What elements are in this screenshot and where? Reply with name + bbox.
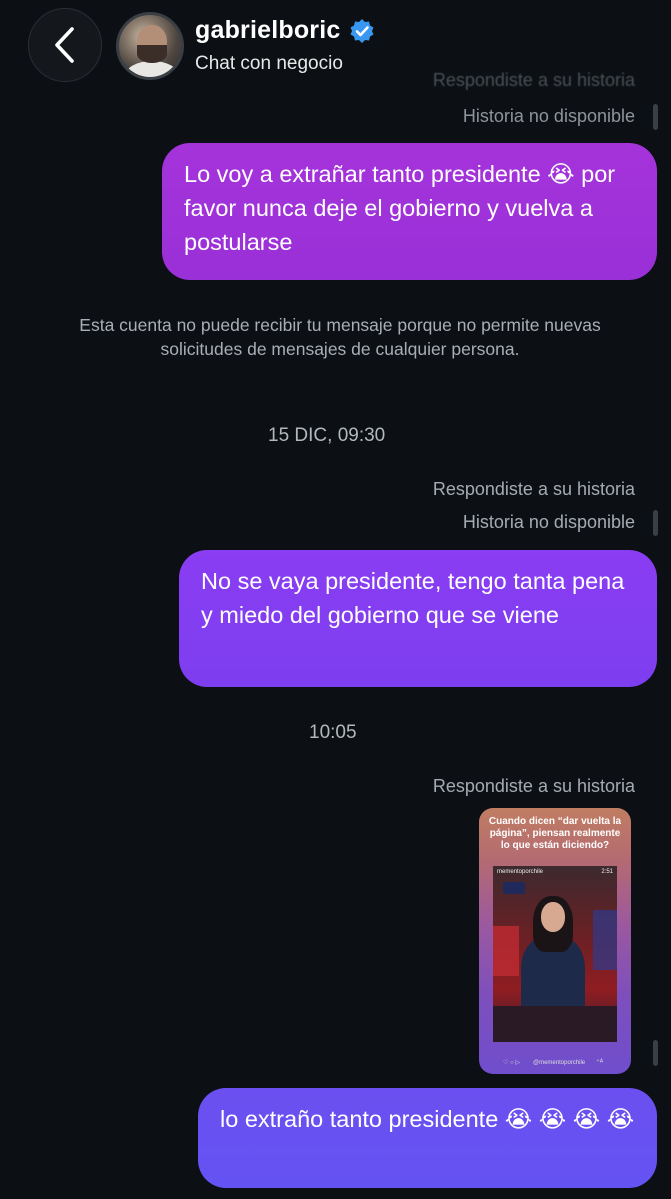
story-video-frame: mementoporchile 2:51 — [493, 866, 617, 1042]
story-video-time: 2:51 — [601, 869, 613, 875]
username[interactable]: gabrielboric — [195, 16, 341, 45]
profile-name-row[interactable]: gabrielboric — [195, 16, 375, 45]
back-button[interactable] — [28, 8, 102, 82]
story-action-icons: ♡ ○ ▷ — [503, 1060, 520, 1066]
story-unavailable-label-top: Historia no disponible — [462, 106, 635, 126]
reply-to-story-label-faded: Respondiste a su historia — [432, 70, 635, 90]
timestamp: 10:05 — [309, 722, 357, 743]
story-handle: @mementoporchile — [533, 1060, 586, 1066]
channel-logo — [503, 882, 525, 894]
story-unavailable-label: Historia no disponible — [462, 512, 635, 532]
story-preview[interactable]: Cuando dicen “dar vuelta la página”, pie… — [479, 808, 631, 1074]
timestamp: 15 DIC, 09:30 — [268, 425, 386, 446]
message-not-delivered-notice: Esta cuenta no puede recibir tu mensaje … — [79, 315, 601, 359]
reply-to-story-label: Respondiste a su historia — [432, 776, 635, 796]
sent-message-bubble[interactable]: Lo voy a extrañar tanto presidente 😭 por… — [162, 143, 657, 280]
story-caption: Cuando dicen “dar vuelta la página”, pie… — [488, 816, 622, 851]
sent-message-bubble[interactable]: lo extraño tanto presidente 😭 😭 😭 😭 — [198, 1088, 657, 1188]
story-account: mementoporchile — [497, 869, 544, 875]
story-bar-indicator — [653, 1040, 658, 1066]
chat-subtitle: Chat con negocio — [195, 53, 343, 74]
chat-screen: gabrielboric Chat con negocio Respondist… — [0, 0, 671, 1199]
story-bar-indicator — [653, 510, 658, 536]
story-bar-indicator — [653, 104, 658, 130]
chevron-left-icon — [55, 27, 74, 63]
avatar[interactable] — [116, 12, 184, 80]
sent-message-bubble[interactable]: No se vaya presidente, tengo tanta pena … — [179, 550, 657, 687]
story-translate-icon: ⁺ᴬ — [596, 1059, 603, 1066]
verified-badge-icon — [350, 18, 373, 43]
reply-to-story-label: Respondiste a su historia — [432, 479, 635, 499]
